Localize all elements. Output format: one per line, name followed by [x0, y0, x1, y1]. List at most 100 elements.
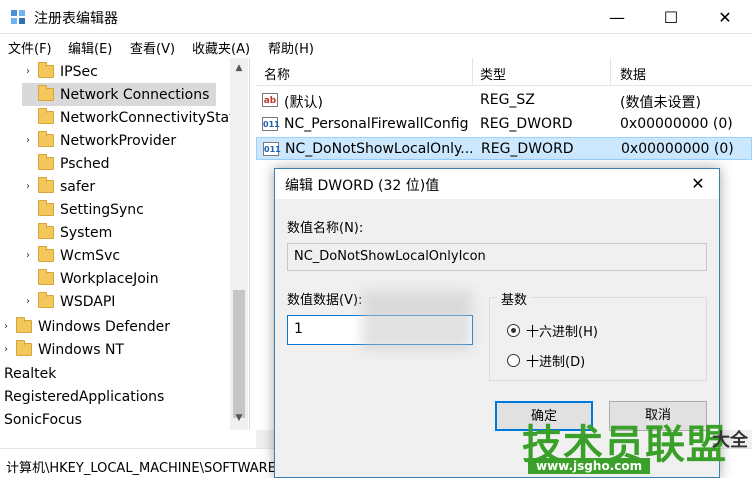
tree-item-label: WcmSvc: [60, 247, 121, 264]
tree-item-label: Network Connections: [60, 86, 210, 103]
tree-item-label: Psched: [60, 155, 110, 172]
radio-hex-label: 十六进制(H): [526, 325, 598, 340]
expand-icon[interactable]: ›: [22, 296, 34, 307]
title-bar: 注册表编辑器 — ☐ ✕: [0, 0, 752, 34]
value-data-label: 数值数据(V):: [287, 293, 363, 308]
expand-icon[interactable]: ›: [22, 135, 34, 146]
tree-item-ipsec[interactable]: › IPSec: [22, 60, 98, 83]
tree-item-network-connections[interactable]: Network Connections: [22, 83, 216, 106]
tree-item-system[interactable]: System: [22, 221, 112, 244]
scroll-up-icon[interactable]: ▲: [230, 60, 248, 76]
base-label: 基数: [497, 289, 532, 308]
blur-overlay: [362, 290, 472, 350]
tree-item-label: IPSec: [60, 63, 98, 80]
tree-item-label: SettingSync: [60, 201, 144, 218]
minimize-button[interactable]: —: [590, 0, 644, 34]
menu-favorites[interactable]: 收藏夹(A): [192, 38, 250, 57]
registry-tree[interactable]: › IPSec Network Connections NetworkConne…: [0, 58, 250, 430]
tree-item-label: SonicFocus: [4, 411, 82, 428]
menu-bar: 文件(F) 编辑(E) 查看(V) 收藏夹(A) 帮助(H): [0, 34, 752, 58]
dialog-title: 编辑 DWORD (32 位)值: [285, 178, 440, 194]
tree-item-workplacejoin[interactable]: WorkplaceJoin: [22, 267, 159, 290]
folder-icon: [38, 223, 54, 239]
value-name-field: NC_DoNotShowLocalOnlyIcon: [287, 243, 707, 271]
binary-value-icon: 011: [262, 117, 280, 131]
value-type: REG_DWORD: [480, 116, 573, 132]
tree-item-realtek[interactable]: Realtek: [4, 362, 56, 385]
value-name: NC_DoNotShowLocalOnly...: [285, 141, 474, 157]
tree-item-psched[interactable]: Psched: [22, 152, 110, 175]
folder-icon: [38, 177, 54, 193]
list-item-selected[interactable]: 011 NC_DoNotShowLocalOnly... REG_DWORD 0…: [256, 137, 752, 160]
menu-help[interactable]: 帮助(H): [268, 38, 314, 57]
folder-icon: [38, 246, 54, 262]
tree-item-label: Realtek: [4, 365, 57, 382]
radio-dec-label: 十进制(D): [526, 355, 586, 370]
menu-file[interactable]: 文件(F): [8, 38, 52, 57]
tree-item-networkconnectivitystat[interactable]: NetworkConnectivityStat: [22, 106, 235, 129]
binary-value-icon: 011: [263, 142, 281, 156]
folder-icon: [38, 269, 54, 285]
value-name: NC_PersonalFirewallConfig: [284, 116, 469, 132]
tree-item-label: Windows NT: [38, 341, 124, 358]
value-name-label: 数值名称(N):: [287, 221, 364, 236]
dialog-close-icon[interactable]: ✕: [683, 172, 713, 196]
column-name[interactable]: 名称: [264, 64, 290, 83]
tree-item-label: NetworkConnectivityStat: [60, 109, 235, 126]
close-button[interactable]: ✕: [698, 0, 752, 34]
tree-item-label: System: [60, 224, 113, 241]
dialog-title-bar: 编辑 DWORD (32 位)值 ✕: [275, 169, 719, 199]
value-data: (数值未设置): [620, 95, 701, 111]
tree-item-label: WorkplaceJoin: [60, 270, 159, 287]
tree-item-wsdapi[interactable]: › WSDAPI: [22, 290, 115, 313]
scroll-down-icon[interactable]: ▼: [230, 410, 248, 426]
folder-icon: [16, 317, 32, 333]
folder-icon: [38, 85, 54, 101]
watermark-url: www.jsgho.com: [528, 458, 651, 474]
tree-item-label: RegisteredApplications: [4, 388, 165, 405]
radio-unselected-icon[interactable]: [507, 354, 520, 367]
list-item[interactable]: 011 NC_PersonalFirewallConfig REG_DWORD …: [256, 113, 752, 136]
tree-item-wcmsvc[interactable]: › WcmSvc: [22, 244, 120, 267]
menu-view[interactable]: 查看(V): [130, 38, 175, 57]
folder-icon: [38, 154, 54, 170]
tree-item-windows-defender[interactable]: › Windows Defender: [0, 315, 170, 338]
radio-selected-icon[interactable]: [507, 324, 520, 337]
window-title: 注册表编辑器: [34, 11, 118, 27]
site-watermark: 技术员联盟 大全 www.jsgho.com: [522, 412, 752, 478]
tree-scroll-thumb[interactable]: [233, 290, 245, 418]
watermark-extra-text: 大全: [712, 430, 748, 451]
tree-item-label: safer: [60, 178, 96, 195]
folder-icon: [38, 108, 54, 124]
tree-item-safer[interactable]: › safer: [22, 175, 95, 198]
radio-hexadecimal[interactable]: 十六进制(H): [507, 321, 598, 340]
column-type[interactable]: 类型: [480, 64, 506, 83]
column-separator[interactable]: [472, 58, 473, 86]
value-data: 0x00000000 (0): [620, 116, 733, 132]
value-data: 0x00000000 (0): [621, 141, 734, 157]
radio-decimal[interactable]: 十进制(D): [507, 351, 585, 370]
folder-icon: [16, 340, 32, 356]
tree-item-settingsync[interactable]: SettingSync: [22, 198, 144, 221]
list-item[interactable]: ab (默认) REG_SZ (数值未设置): [256, 89, 752, 112]
expand-icon[interactable]: ›: [22, 250, 34, 261]
column-separator[interactable]: [610, 58, 611, 86]
maximize-button[interactable]: ☐: [644, 0, 698, 34]
expand-icon[interactable]: ›: [0, 344, 12, 355]
tree-item-registeredapplications[interactable]: RegisteredApplications: [4, 385, 164, 408]
folder-icon: [38, 200, 54, 216]
tree-item-label: Windows Defender: [38, 318, 171, 335]
column-data[interactable]: 数据: [620, 64, 646, 83]
value-name: (默认): [284, 95, 323, 111]
expand-icon[interactable]: ›: [0, 321, 12, 332]
expand-icon[interactable]: ›: [22, 66, 34, 77]
regedit-icon: [11, 10, 25, 24]
value-type: REG_SZ: [480, 92, 535, 108]
value-type: REG_DWORD: [481, 141, 574, 157]
folder-icon: [38, 131, 54, 147]
tree-item-networkprovider[interactable]: › NetworkProvider: [22, 129, 176, 152]
expand-icon[interactable]: ›: [22, 181, 34, 192]
menu-edit[interactable]: 编辑(E): [68, 38, 112, 57]
tree-item-windows-nt[interactable]: › Windows NT: [0, 338, 124, 361]
tree-item-sonicfocus[interactable]: SonicFocus: [4, 408, 82, 430]
